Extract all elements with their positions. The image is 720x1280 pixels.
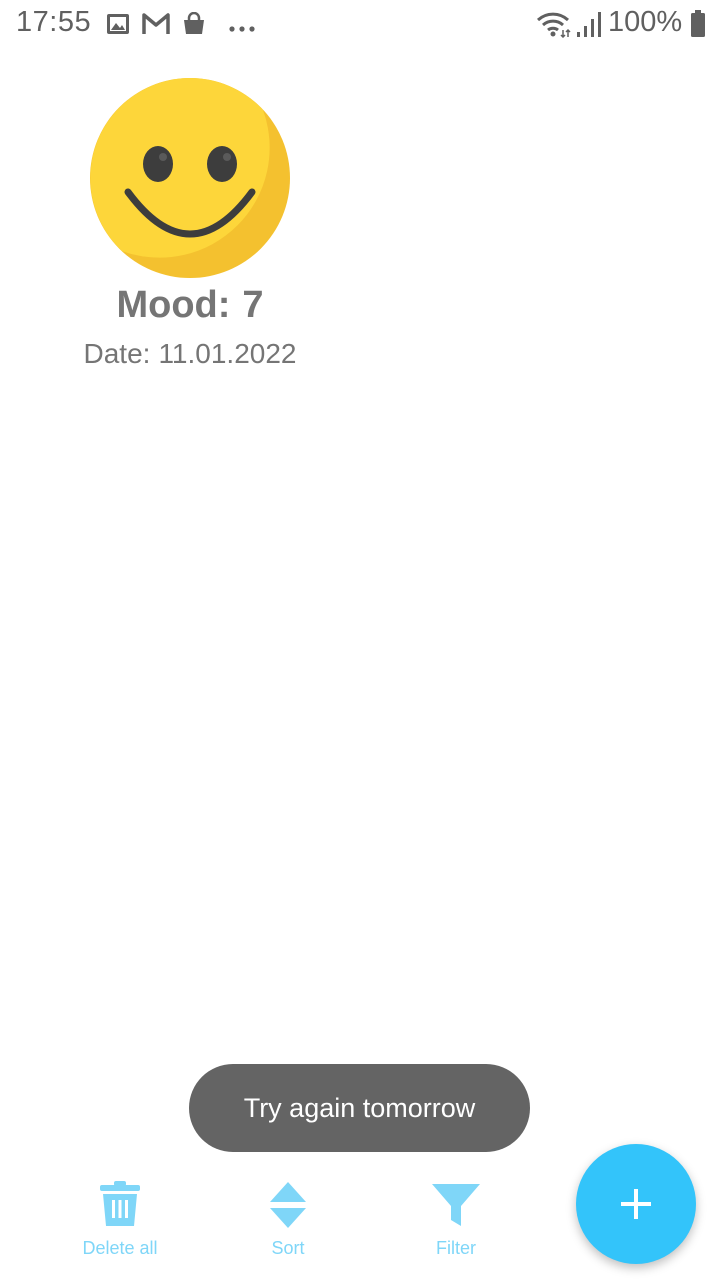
sort-label: Sort — [271, 1238, 305, 1258]
filter-button[interactable]: Filter — [376, 1180, 536, 1270]
mood-date: Date: 11.01.2022 — [60, 338, 320, 370]
mood-score: Mood: 7 — [60, 284, 320, 327]
signal-icon — [576, 10, 602, 43]
battery-percent: 100% — [608, 6, 683, 38]
date-label: Date: — [83, 338, 151, 369]
toast-message: Try again tomorrow — [189, 1064, 530, 1152]
mood-label: Mood: — [116, 284, 231, 326]
delete-all-button[interactable]: Delete all — [40, 1180, 200, 1270]
plus-icon — [621, 1189, 651, 1219]
wifi-icon — [536, 10, 572, 43]
app-screen: 17:55 100% Mood: 7 Date: 11.01.2022 Try … — [0, 0, 720, 1280]
gmail-icon — [142, 12, 170, 41]
filter-icon — [432, 1184, 480, 1226]
shopping-bag-icon — [182, 11, 206, 41]
more-dots-icon — [228, 20, 256, 38]
trash-icon — [100, 1181, 140, 1226]
add-entry-button[interactable] — [576, 1144, 696, 1264]
smiley-icon — [88, 76, 292, 285]
status-bar: 17:55 100% — [0, 0, 720, 50]
filter-label: Filter — [436, 1238, 476, 1258]
mood-entry-card[interactable]: Mood: 7 Date: 11.01.2022 — [60, 70, 320, 380]
sort-button[interactable]: Sort — [208, 1180, 368, 1270]
mood-value: 7 — [242, 284, 264, 326]
status-time: 17:55 — [16, 6, 92, 38]
sort-icon — [270, 1182, 306, 1228]
delete-all-label: Delete all — [82, 1238, 158, 1258]
battery-icon — [690, 10, 706, 43]
date-value: 11.01.2022 — [158, 338, 297, 369]
image-icon — [106, 12, 130, 41]
